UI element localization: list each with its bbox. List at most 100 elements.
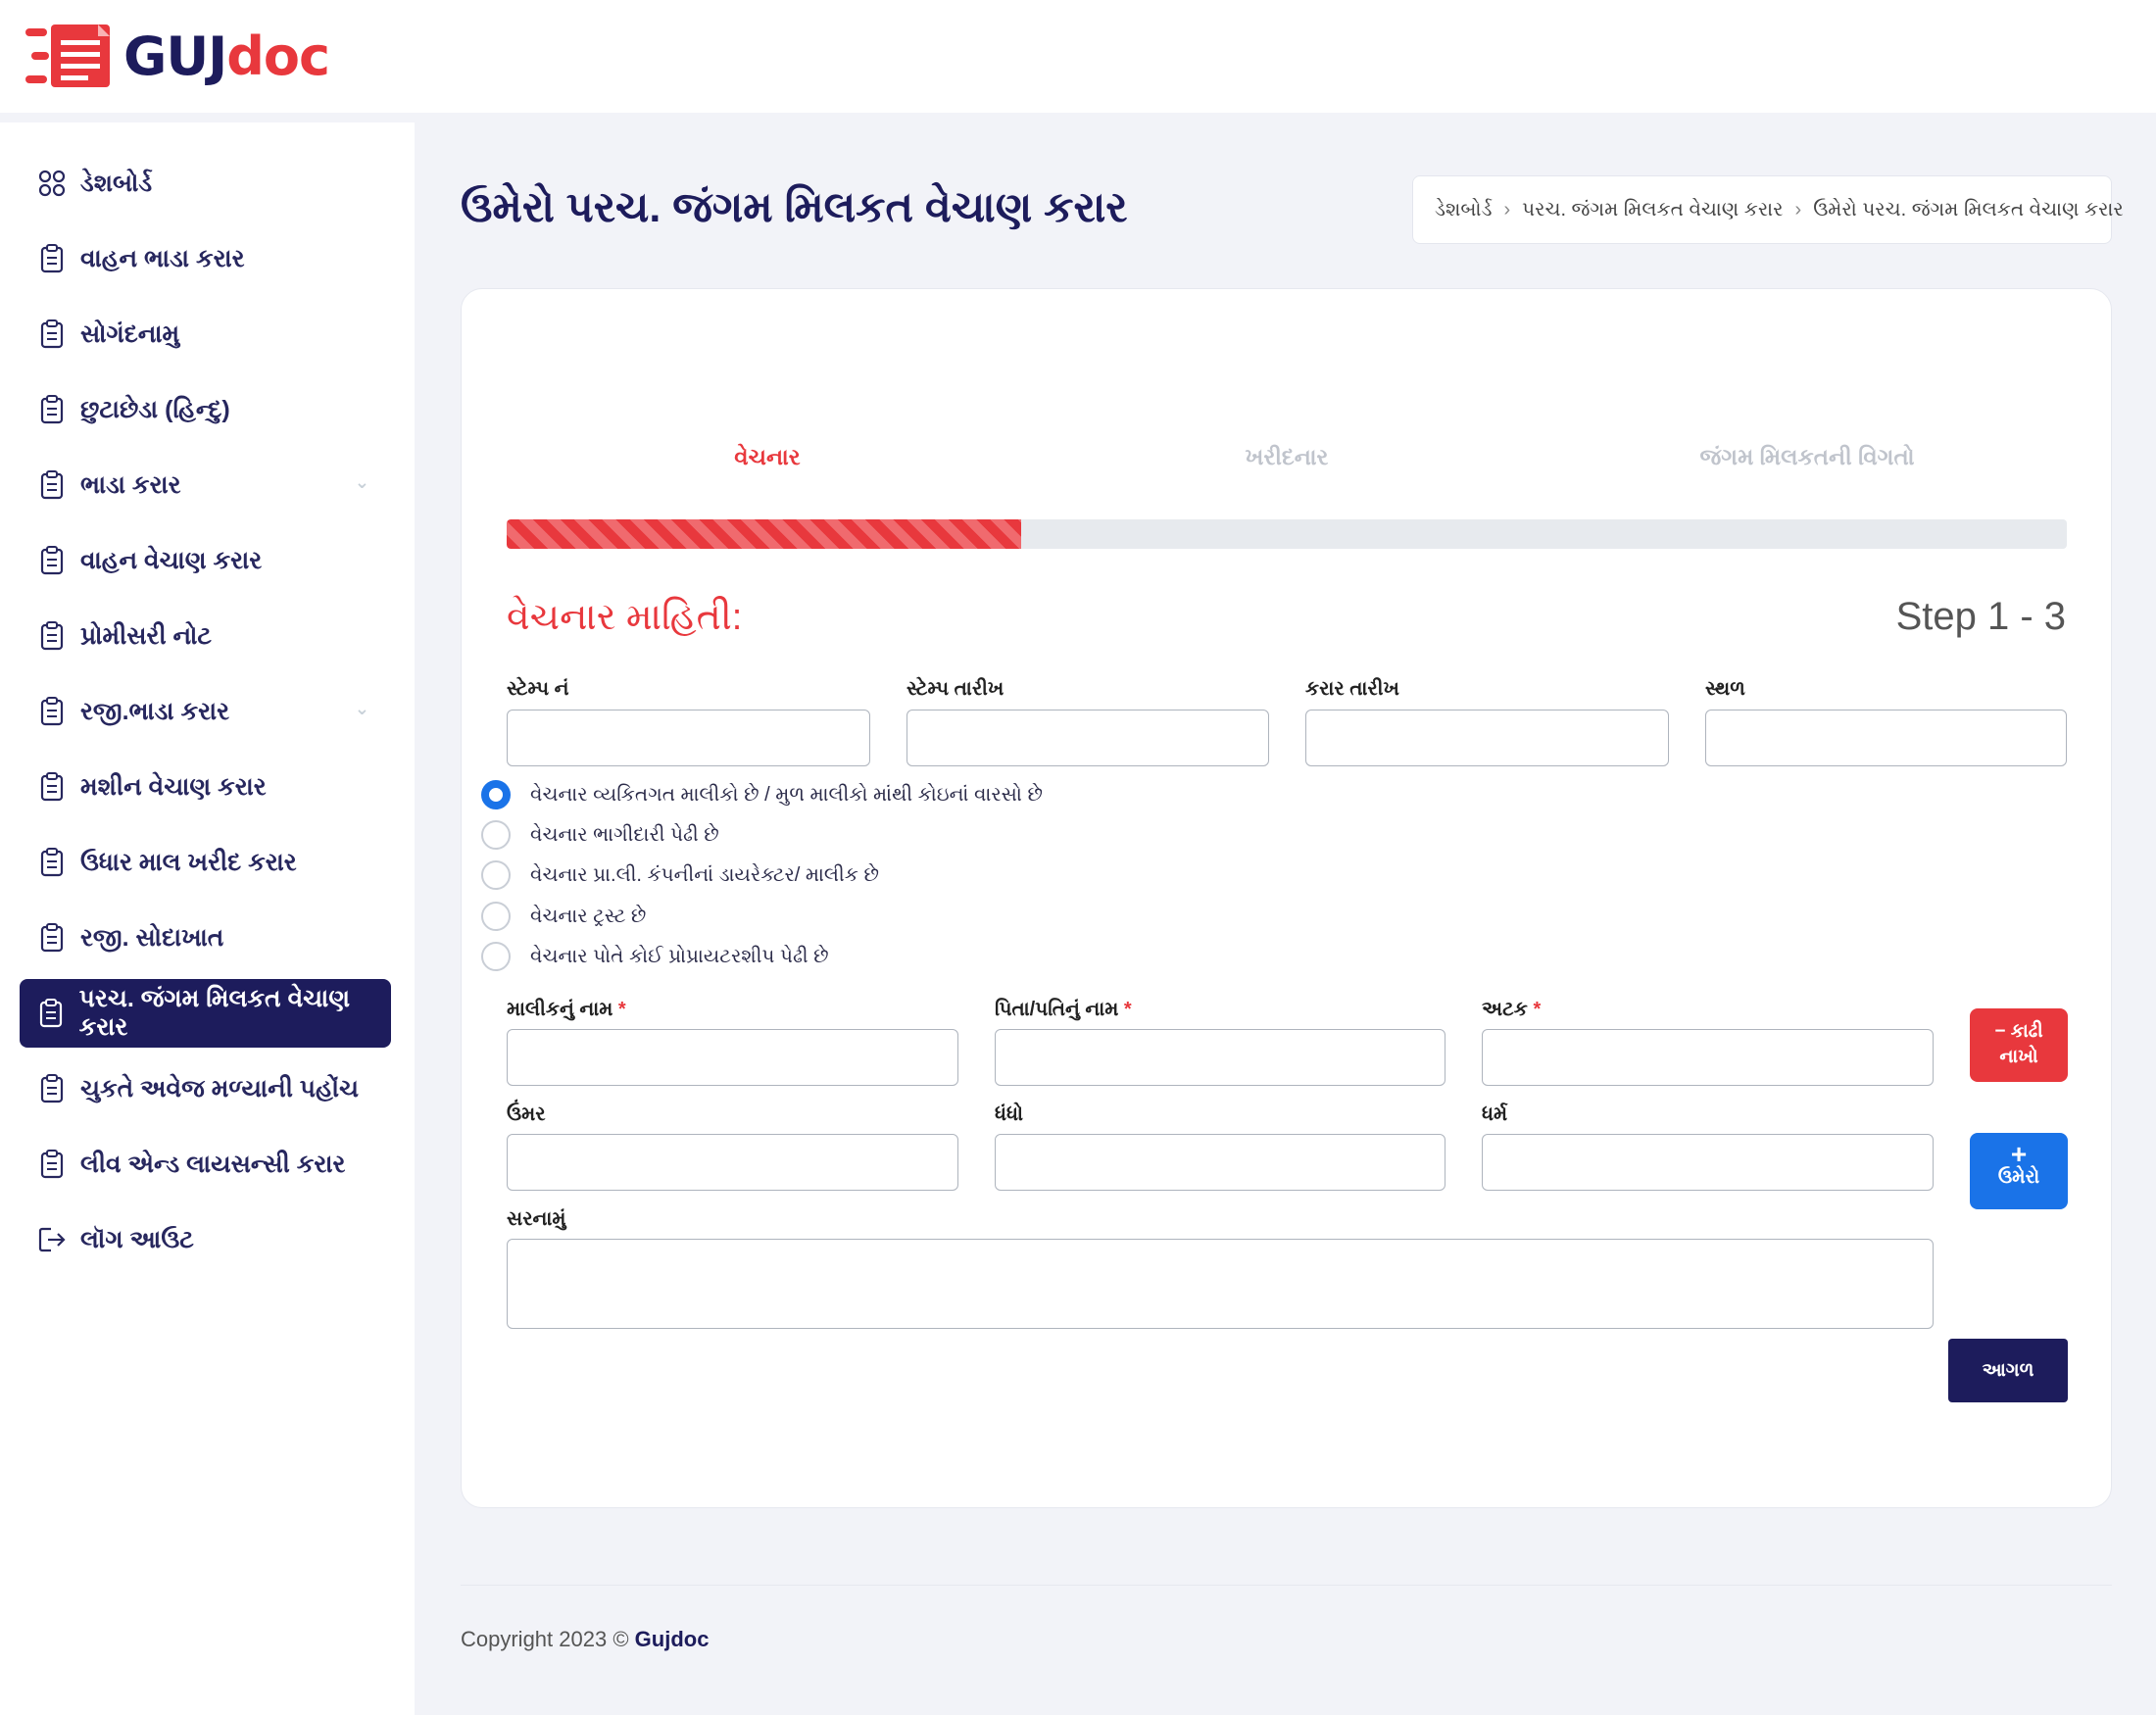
stamp-no-label: સ્ટેમ્પ નં — [507, 678, 569, 700]
chevron-down-icon[interactable]: ⌄ — [355, 699, 369, 719]
agreement-date-label: કરાર તારીખ — [1305, 678, 1399, 700]
address-textarea[interactable] — [507, 1239, 1934, 1329]
breadcrumb: ડેશબોર્ડ › પરચ. જંગમ મિલકત વેચાણ કરાર › … — [1412, 175, 2124, 244]
breadcrumb-item-current: ઉમેરો પરચ. જંગમ મિલકત વેચાણ કરાર — [1813, 198, 2124, 220]
clipboard-icon — [37, 922, 67, 954]
breadcrumb-item-dashboard[interactable]: ડેશબોર્ડ — [1435, 199, 1492, 221]
sidebar-item-divorce[interactable]: છુટાછેડા (હિન્દુ) — [20, 375, 391, 444]
seller-type-option[interactable]: વેચનાર પોતે કોઈ પ્રોપ્રાયટરશીપ પેઢી છે — [481, 942, 829, 971]
surname-input[interactable] — [1482, 1029, 1934, 1086]
footer-brand-link[interactable]: Gujdoc — [635, 1627, 710, 1651]
sidebar-item-affidavit[interactable]: સોગંદનામુ — [20, 300, 391, 368]
place-label: સ્થળ — [1705, 678, 1745, 700]
sidebar-item-machine-sale[interactable]: મશીન વેચાણ કરાર — [20, 753, 391, 821]
stamp-date-input[interactable] — [906, 710, 1269, 766]
seller-type-option[interactable]: વેચનાર ટ્રસ્ટ છે — [481, 902, 646, 931]
clipboard-icon — [37, 545, 67, 576]
occupation-input[interactable] — [995, 1134, 1446, 1191]
footer-divider — [461, 1585, 2112, 1586]
religion-input[interactable] — [1482, 1134, 1934, 1191]
father-name-label: પિતા/પતિનું નામ * — [995, 999, 1132, 1020]
address-label: સરનામું — [507, 1208, 566, 1230]
clipboard-icon — [37, 318, 67, 350]
sidebar-item-label: વાહન વેચાણ કરાર — [80, 546, 263, 574]
sidebar-item-label: પ્રોમીસરી નોટ — [80, 621, 212, 650]
plus-icon: + — [2010, 1139, 2028, 1169]
sidebar-item-label: મશીન વેચાણ કરાર — [80, 772, 267, 801]
copyright-text: Copyright 2023 © — [461, 1627, 635, 1651]
step-tab-buyer[interactable]: ખરીદનાર — [1140, 444, 1434, 470]
place-input[interactable] — [1705, 710, 2067, 766]
chevron-right-icon: › — [1503, 198, 1511, 220]
sidebar-item-label: લીવ એન્ડ લાયસન્સી કરાર — [80, 1150, 346, 1178]
clipboard-icon — [37, 998, 66, 1029]
step-tab-property-details[interactable]: જંગમ મિલકતની વિગતો — [1660, 444, 1954, 470]
sidebar-item-promissory-note[interactable]: પ્રોમીસરી નોટ — [20, 602, 391, 670]
chevron-down-icon[interactable]: ⌄ — [355, 472, 369, 493]
stamp-date-label: સ્ટેમ્પ તારીખ — [906, 678, 1004, 700]
occupation-label: ધંધો — [995, 1103, 1023, 1125]
sidebar-item-label: છુટાછેડા (હિન્દુ) — [80, 395, 230, 423]
agreement-date-input[interactable] — [1305, 710, 1669, 766]
sidebar-item-label: વાહન ભાડા કરાર — [80, 244, 245, 272]
sidebar-item-label: સોગંદનામુ — [80, 319, 180, 348]
clipboard-icon — [37, 469, 67, 501]
page-title: ઉમેરો પરચ. જંગમ મિલકત વેચાણ કરાર — [461, 184, 1128, 231]
sidebar-item-label: રજી. સોદાખાત — [80, 923, 224, 952]
remove-owner-button[interactable]: − કાઢી નાખો — [1970, 1008, 2068, 1082]
sidebar-item-reg-deal[interactable]: રજી. સોદાખાત — [20, 904, 391, 972]
sidebar-item-label: ડેશબોર્ડ — [80, 169, 153, 197]
radio-button[interactable] — [481, 902, 511, 931]
radio-label: વેચનાર પોતે કોઈ પ્રોપ્રાયટરશીપ પેઢી છે — [530, 945, 829, 967]
clipboard-icon — [37, 243, 67, 274]
sidebar-item-credit-purchase[interactable]: ઉધાર માલ ખરીદ કરાર — [20, 828, 391, 897]
sidebar-item-reg-rent[interactable]: રજી.ભાડા કરાર ⌄ — [20, 677, 391, 746]
sidebar-item-logout[interactable]: લૉગ આઉટ — [20, 1205, 391, 1274]
sidebar-item-payment-receipt[interactable]: ચુકતે અવેજ મળ્યાની પહોંચ — [20, 1054, 391, 1123]
radio-label: વેચનાર વ્યકિતગત માલીકો છે / મુળ માલીકો મ… — [530, 783, 1043, 806]
sidebar-item-label: રજી.ભાડા કરાર — [80, 697, 230, 725]
age-input[interactable] — [507, 1134, 958, 1191]
clipboard-icon — [37, 394, 67, 425]
grid-icon — [37, 168, 67, 199]
religion-label: ધર્મ — [1482, 1103, 1508, 1125]
radio-button[interactable] — [481, 820, 511, 850]
seller-type-option[interactable]: વેચનાર વ્યકિતગત માલીકો છે / મુળ માલીકો મ… — [481, 780, 1043, 809]
sidebar-item-leave-license[interactable]: લીવ એન્ડ લાયસન્સી કરાર — [20, 1130, 391, 1199]
add-owner-button[interactable]: + ઉમેરો — [1970, 1133, 2068, 1209]
breadcrumb-item-list[interactable]: પરચ. જંગમ મિલકત વેચાણ કરાર — [1522, 199, 1783, 221]
clipboard-icon — [37, 620, 67, 652]
sidebar-item-dashboard[interactable]: ડેશબોર્ડ — [20, 149, 391, 218]
sidebar-item-vehicle-rent[interactable]: વાહન ભાડા કરાર — [20, 224, 391, 293]
seller-type-option[interactable]: વેચનાર પ્રા.લી. કંપનીનાં ડાયરેક્ટર/ માલી… — [481, 860, 879, 890]
radio-label: વેચનાર પ્રા.લી. કંપનીનાં ડાયરેક્ટર/ માલી… — [530, 863, 879, 886]
sidebar-item-vehicle-sale[interactable]: વાહન વેચાણ કરાર — [20, 526, 391, 595]
top-bar: GUJdoc — [0, 0, 2156, 113]
next-button[interactable]: આગળ — [1948, 1339, 2068, 1402]
progress-bar — [507, 519, 2067, 549]
sidebar-item-label: ભાડા કરાર — [80, 470, 181, 499]
stamp-no-input[interactable] — [507, 710, 870, 766]
sidebar-item-label: ચુકતે અવેજ મળ્યાની પહોંચ — [80, 1074, 360, 1102]
footer: Copyright 2023 © Gujdoc — [461, 1627, 709, 1652]
radio-button[interactable] — [481, 942, 511, 971]
clipboard-icon — [37, 1073, 67, 1104]
radio-button[interactable] — [481, 860, 511, 890]
age-label: ઉંમર — [507, 1103, 546, 1125]
sidebar-item-label: ઉધાર માલ ખરીદ કરાર — [80, 848, 297, 876]
sidebar-item-movable-property-sale[interactable]: પરચ. જંગમ મિલકત વેચાણ કરાર — [20, 979, 391, 1048]
progress-fill — [507, 519, 1022, 549]
owner-name-input[interactable] — [507, 1029, 958, 1086]
seller-type-option[interactable]: વેચનાર ભાગીદારી પેઢી છે — [481, 820, 719, 850]
logo-text: GUJdoc — [123, 24, 330, 87]
clipboard-icon — [37, 696, 67, 727]
logout-icon — [37, 1224, 67, 1255]
sidebar-item-rent-agreement[interactable]: ભાડા કરાર ⌄ — [20, 451, 391, 519]
clipboard-icon — [37, 847, 67, 878]
radio-button[interactable] — [481, 780, 511, 809]
father-name-input[interactable] — [995, 1029, 1446, 1086]
sidebar-item-label: પરચ. જંગમ મિલકત વેચાણ કરાર — [78, 985, 351, 1041]
logo[interactable]: GUJdoc — [25, 22, 330, 90]
chevron-right-icon: › — [1794, 198, 1802, 220]
step-tab-seller[interactable]: વેચનાર — [620, 444, 914, 470]
